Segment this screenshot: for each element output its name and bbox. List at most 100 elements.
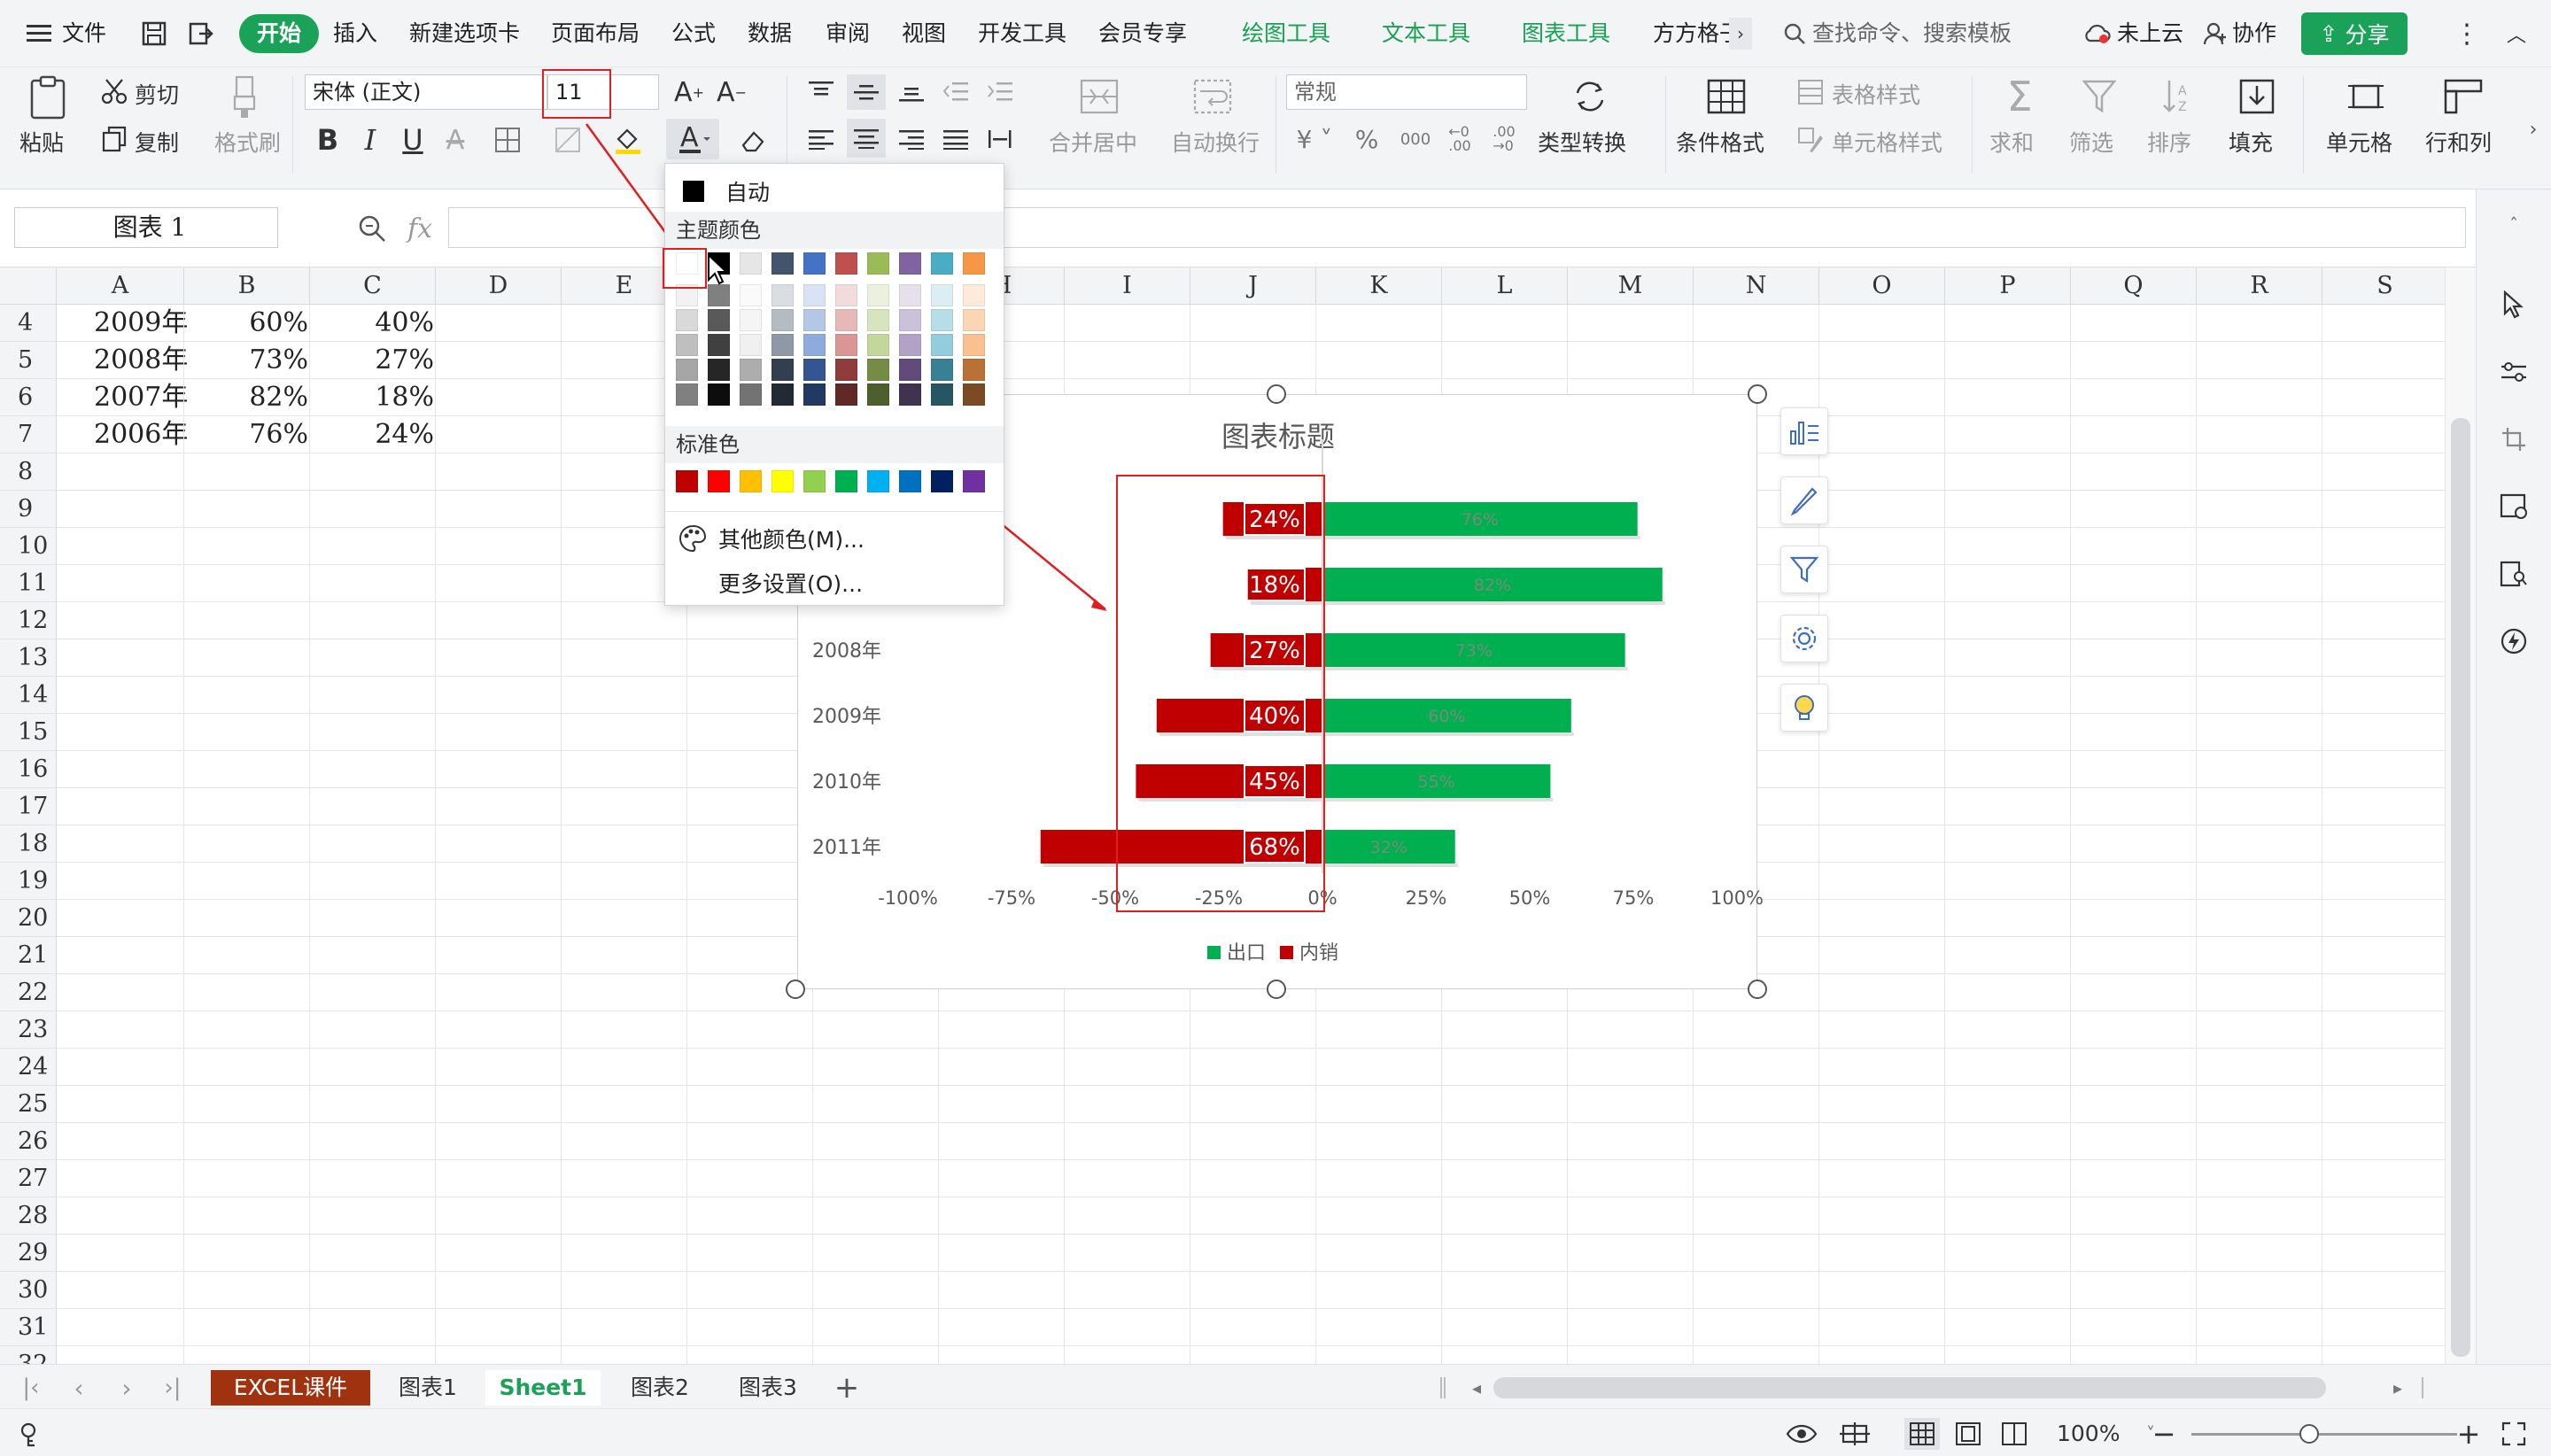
theme-swatch[interactable] (835, 359, 857, 381)
theme-swatch[interactable] (931, 359, 953, 381)
chart-tips-button[interactable] (1780, 684, 1828, 732)
row-col-label[interactable]: 行和列 (2425, 126, 2492, 158)
column-header-D[interactable]: D (436, 267, 562, 305)
theme-swatch[interactable] (931, 334, 953, 356)
cell-B5[interactable]: 73% (220, 342, 308, 379)
theme-swatch[interactable] (772, 252, 794, 275)
currency-icon[interactable]: ¥ ˅ (1293, 122, 1336, 156)
theme-swatch[interactable] (708, 359, 730, 381)
theme-swatch[interactable] (931, 383, 953, 406)
legend-label[interactable]: 内销 (1299, 942, 1338, 964)
resize-handle-tr[interactable] (1748, 384, 1767, 404)
theme-swatch[interactable] (708, 309, 730, 331)
column-header-I[interactable]: I (1065, 267, 1190, 305)
resize-handle-br[interactable] (1748, 980, 1767, 999)
standard-swatch[interactable] (899, 470, 921, 492)
cell-B6[interactable]: 82% (220, 379, 308, 416)
font-shrink-icon[interactable]: A − (714, 74, 749, 110)
font-name-select[interactable]: 宋体 (正文) (305, 74, 547, 110)
theme-swatch[interactable] (803, 334, 826, 356)
conditional-format-label[interactable]: 条件格式 (1676, 126, 1764, 158)
tab-chart-tools[interactable]: 图表工具 (1522, 14, 1610, 53)
thousands-icon[interactable]: 000 (1396, 122, 1435, 156)
chevron-right-icon[interactable]: › (1729, 18, 1752, 50)
merge-icon[interactable] (1077, 74, 1121, 119)
sidebar-collapse-icon[interactable]: ˆ (2498, 209, 2530, 241)
theme-swatch[interactable] (867, 284, 889, 306)
tab-new[interactable]: 新建选项卡 (409, 14, 520, 53)
row-header-9[interactable]: 9 (0, 491, 57, 528)
theme-swatch[interactable] (899, 309, 921, 331)
theme-swatch[interactable] (963, 359, 985, 381)
standard-swatch[interactable] (740, 470, 762, 492)
sheet-tab-chart3[interactable]: 图表3 (719, 1370, 817, 1406)
cell-C7[interactable]: 24% (345, 416, 434, 453)
row-header-23[interactable]: 23 (0, 1011, 57, 1049)
data-label[interactable]: 32% (1370, 838, 1407, 857)
theme-swatch[interactable] (963, 309, 985, 331)
align-center-icon[interactable] (847, 119, 886, 158)
vertical-scrollbar[interactable] (2445, 267, 2476, 1364)
select-all-corner[interactable] (0, 267, 57, 305)
sort-icon[interactable]: AZ (2158, 74, 2197, 119)
split-handle[interactable] (1440, 1377, 1446, 1398)
format-painter-icon[interactable] (227, 73, 262, 122)
toolbar-scroll-right-icon[interactable]: › (2521, 112, 2546, 147)
format-painter-label[interactable]: 格式刷 (214, 126, 281, 158)
row-header-25[interactable]: 25 (0, 1086, 57, 1123)
row-header-13[interactable]: 13 (0, 639, 57, 677)
indent-increase-icon[interactable] (983, 74, 1017, 108)
tab-fangfang[interactable]: 方方格子 (1653, 14, 1729, 53)
theme-swatch[interactable] (676, 309, 698, 331)
theme-swatch[interactable] (772, 334, 794, 356)
zoom-formula-icon[interactable] (356, 213, 388, 244)
share-button[interactable]: ⇪ 分享 (2301, 12, 2408, 55)
column-header-K[interactable]: K (1316, 267, 1442, 305)
row-header-8[interactable]: 8 (0, 453, 57, 491)
theme-swatch[interactable] (835, 252, 857, 275)
chart-settings-button[interactable] (1780, 615, 1828, 662)
align-left-icon[interactable] (804, 122, 838, 156)
zoom-out-icon[interactable]: − (2151, 1417, 2177, 1451)
wrap-label[interactable]: 自动换行 (1171, 126, 1260, 158)
menu-file[interactable]: 文件 (62, 14, 106, 53)
row-header-7[interactable]: 7 (0, 416, 57, 453)
italic-icon[interactable]: I (354, 122, 386, 158)
split-handle-right[interactable] (2422, 1377, 2427, 1398)
data-label[interactable]: 55% (1418, 772, 1455, 792)
wrap-icon[interactable] (1190, 74, 1235, 119)
copy-icon[interactable] (99, 124, 129, 154)
theme-swatch[interactable] (708, 334, 730, 356)
cell-C6[interactable]: 18% (345, 379, 434, 416)
percent-icon[interactable]: % (1350, 122, 1384, 156)
row-header-15[interactable]: 15 (0, 714, 57, 751)
cell-B4[interactable]: 60% (220, 305, 308, 342)
standard-swatch[interactable] (867, 470, 889, 492)
cell-label[interactable]: 单元格 (2326, 126, 2392, 158)
cell-A5[interactable]: 2008年 (94, 342, 188, 379)
row-header-12[interactable]: 12 (0, 602, 57, 639)
paste-label[interactable]: 粘贴 (19, 126, 64, 158)
auto-color-option[interactable]: 自动 (665, 171, 1004, 212)
bold-icon[interactable]: B (312, 122, 344, 158)
adjust-icon[interactable] (2496, 354, 2532, 390)
cell-style-label[interactable]: 单元格样式 (1832, 126, 1942, 158)
hamburger-icon[interactable] (25, 19, 53, 48)
cell-A6[interactable]: 2007年 (94, 379, 188, 416)
prev-sheet-icon[interactable]: ‹ (66, 1372, 92, 1404)
row-header-14[interactable]: 14 (0, 677, 57, 714)
data-label[interactable]: 73% (1455, 641, 1493, 661)
column-header-O[interactable]: O (1819, 267, 1945, 305)
table-style-label[interactable]: 表格样式 (1832, 78, 1920, 110)
cut-label[interactable]: 剪切 (135, 78, 179, 110)
resize-handle-tc[interactable] (1267, 384, 1286, 404)
sheet-tab-chart1[interactable]: 图表1 (379, 1370, 477, 1406)
export-icon[interactable] (184, 18, 216, 50)
eye-protect-icon[interactable] (1784, 1418, 1819, 1450)
fullscreen-icon[interactable] (2498, 1418, 2530, 1450)
theme-swatch[interactable] (867, 334, 889, 356)
row-header-26[interactable]: 26 (0, 1123, 57, 1160)
underline-icon[interactable]: U (397, 122, 429, 158)
standard-swatch[interactable] (963, 470, 985, 492)
theme-swatch[interactable] (740, 383, 762, 406)
